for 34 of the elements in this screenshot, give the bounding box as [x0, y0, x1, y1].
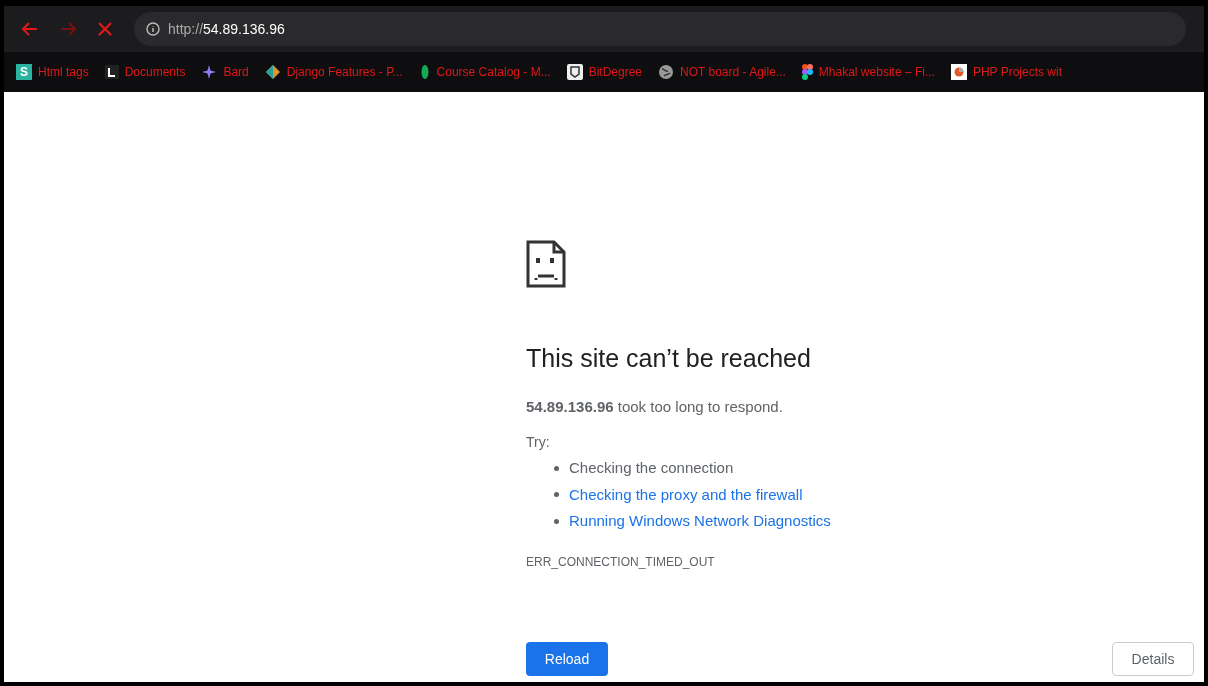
url-host: 54.89.136.96 [203, 19, 285, 39]
bullet-icon [554, 518, 559, 524]
close-icon[interactable] [98, 22, 112, 36]
suggestion-text: Checking the connection [569, 458, 734, 478]
site-icon [950, 64, 967, 80]
diamond-icon [264, 64, 281, 80]
shield-icon [566, 64, 583, 80]
error-heading: This site can’t be reached [526, 343, 812, 374]
bookmark[interactable]: Bard [201, 63, 249, 81]
try-label: Try: [526, 433, 551, 452]
bullet-icon [554, 465, 559, 471]
bookmark[interactable]: S Html tags [16, 63, 89, 81]
bookmark[interactable]: PHP Projects wit [950, 63, 1063, 81]
bookmark[interactable]: Documents [104, 63, 186, 81]
site-icon: S [16, 64, 32, 80]
bullet-icon [554, 492, 559, 498]
suggestion-link[interactable]: Checking the proxy and the firewall [569, 483, 803, 506]
bookmark[interactable]: NOT board - Agile... [658, 63, 786, 81]
back-icon[interactable] [22, 22, 38, 36]
error-message: 54.89.136.96 took too long to respond. [526, 396, 784, 417]
url-scheme: http:// [168, 19, 204, 39]
details-button[interactable]: Details [1112, 642, 1194, 676]
figma-icon [801, 64, 813, 80]
address-bar[interactable]: http://54.89.136.96 [134, 12, 1186, 46]
bookmark[interactable]: Django Features - P... [264, 63, 403, 81]
sad-page-icon [526, 240, 566, 288]
error-code: ERR_CONNECTION_TIMED_OUT [526, 553, 716, 571]
info-icon [146, 22, 160, 36]
suggestion-link[interactable]: Running Windows Network Diagnostics [569, 510, 831, 533]
site-icon [104, 65, 119, 79]
bookmark[interactable]: Mhakal website – Fi... [801, 63, 935, 81]
reload-button[interactable]: Reload [526, 642, 608, 676]
bookmark[interactable]: Course Catalog - M... [418, 63, 551, 81]
bookmark[interactable]: BitDegree [566, 63, 642, 81]
